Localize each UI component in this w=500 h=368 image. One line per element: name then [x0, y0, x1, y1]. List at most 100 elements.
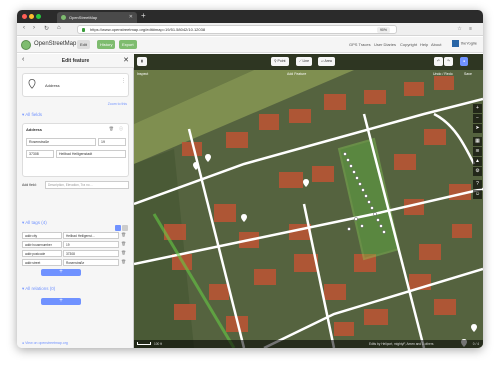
- tag-value[interactable]: Heilbad Heiligenst…: [63, 232, 119, 239]
- save-label: Save: [464, 72, 472, 76]
- all-tags-toggle[interactable]: ▾ All tags (4): [22, 220, 47, 226]
- text-view-icon[interactable]: [122, 225, 128, 231]
- tag-row: addr:city Heilbad Heiligenst… 🗑: [22, 232, 129, 239]
- tag-row: addr:postcode 37308 🗑: [22, 250, 129, 257]
- tag-delete-icon[interactable]: 🗑: [121, 250, 126, 255]
- map-controls: + − ➤ ▦ ≋ ▲ ⚙ ? ☺: [473, 104, 482, 200]
- line-label: Line: [302, 59, 310, 63]
- field-icons[interactable]: 🗑 ⓘ: [109, 126, 125, 132]
- add-tag-button[interactable]: +: [41, 269, 81, 276]
- export-button[interactable]: Export: [119, 40, 137, 49]
- aerial-imagery[interactable]: [134, 54, 483, 348]
- preset-more-icon[interactable]: ⋮: [121, 78, 126, 84]
- tag-key[interactable]: addr:city: [22, 232, 62, 239]
- view-on-osm-label: View on openstreetmap.org: [25, 341, 68, 345]
- all-fields-toggle[interactable]: ▾ All fields: [22, 112, 42, 118]
- tag-value[interactable]: 19: [63, 241, 119, 248]
- undo-redo-label: Undo / Redo: [433, 72, 453, 76]
- undo-icon[interactable]: ↶: [434, 57, 443, 66]
- preferences-icon[interactable]: ⚙: [473, 167, 482, 176]
- add-field-input[interactable]: Description, Elevation, Tra no…: [45, 181, 129, 189]
- user-name: theYoglie: [460, 40, 477, 46]
- tag-delete-icon[interactable]: 🗑: [121, 259, 126, 264]
- postcode-input[interactable]: 37308: [26, 150, 54, 158]
- maximize-window-icon[interactable]: [36, 14, 41, 19]
- sidebar-toggle-icon[interactable]: ▮: [137, 57, 147, 66]
- zoom-level[interactable]: 90%: [376, 27, 390, 33]
- tag-delete-icon[interactable]: 🗑: [121, 241, 126, 246]
- tag-delete-icon[interactable]: 🗑: [121, 232, 126, 237]
- tag-key[interactable]: addr:housenumber: [22, 241, 62, 248]
- geolocate-icon[interactable]: ➤: [473, 124, 482, 133]
- forward-icon[interactable]: ›: [33, 25, 35, 31]
- url-text: https://www.openstreetmap.org/edit#map=1…: [90, 27, 206, 32]
- help-icon[interactable]: ?: [473, 180, 482, 189]
- edit-button[interactable]: Edit: [77, 40, 90, 49]
- nav-copyright[interactable]: Copyright: [400, 42, 417, 47]
- tab-close-icon[interactable]: ✕: [129, 12, 133, 23]
- add-point-button[interactable]: ⚲ Point: [271, 57, 289, 66]
- brand-title[interactable]: OpenStreetMap: [34, 41, 76, 47]
- zoom-out-icon[interactable]: −: [473, 114, 482, 123]
- history-button[interactable]: History: [97, 40, 116, 49]
- issues-icon[interactable]: ▲: [473, 157, 482, 166]
- tag-key[interactable]: addr:postcode: [22, 250, 62, 257]
- add-line-button[interactable]: ⟋ Line: [296, 57, 313, 66]
- user-menu[interactable]: theYoglie: [451, 40, 477, 47]
- new-tab-icon[interactable]: +: [141, 11, 146, 20]
- tag-value[interactable]: Rosenstraße: [63, 259, 119, 266]
- area-label: Area: [324, 59, 332, 63]
- add-feature-label: Add Feature: [287, 72, 307, 76]
- scale-bar[interactable]: [137, 342, 151, 345]
- scale-label: 100 ft: [154, 342, 162, 346]
- all-fields-label: All fields: [25, 112, 43, 117]
- zoom-to-selection-link[interactable]: Zoom to this: [108, 102, 127, 106]
- city-input[interactable]: Heilbad Heiligenstadt: [56, 150, 126, 158]
- tag-row: addr:housenumber 19 🗑: [22, 241, 129, 248]
- inspect-label: Inspect: [137, 72, 149, 76]
- view-on-osm-link[interactable]: ● View on openstreetmap.org: [22, 341, 68, 345]
- all-relations-label: All relations (0): [25, 286, 56, 291]
- tab-title: OpenStreetMap: [69, 15, 98, 20]
- nav-user-diaries[interactable]: User Diaries: [374, 42, 396, 47]
- map-data-icon[interactable]: ≋: [473, 147, 482, 156]
- nav-gps-traces[interactable]: GPS Traces: [349, 42, 371, 47]
- browser-titlebar: OpenStreetMap ✕ +: [17, 10, 483, 23]
- community-icon[interactable]: ☺: [473, 190, 482, 199]
- housenumber-input[interactable]: 19: [98, 138, 126, 146]
- redo-icon[interactable]: ↷: [444, 57, 453, 66]
- map-footer: 100 ft Edits by Heliport, mightyF, Amen …: [134, 340, 483, 348]
- inspector-title: Edit feature: [61, 58, 90, 64]
- close-inspector-icon[interactable]: ✕: [123, 56, 129, 64]
- background-icon[interactable]: ▦: [473, 137, 482, 146]
- reload-icon[interactable]: ↻: [44, 25, 49, 32]
- zoom-in-icon[interactable]: +: [473, 104, 482, 113]
- all-relations-toggle[interactable]: ▾ All relations (0): [22, 286, 55, 292]
- osm-logo-icon[interactable]: [21, 40, 31, 50]
- avatar: [451, 40, 459, 47]
- street-input[interactable]: Rosenstraße: [26, 138, 96, 146]
- map-canvas[interactable]: ▮ ⚲ Point ⟋ Line ▱ Area ↶ ↷ ● Inspect Ad…: [134, 54, 483, 348]
- save-button[interactable]: ●: [460, 57, 469, 66]
- home-icon[interactable]: ⌂: [57, 25, 61, 31]
- address-bar[interactable]: https://www.openstreetmap.org/edit#map=1…: [77, 25, 397, 34]
- list-view-icon[interactable]: [115, 225, 121, 231]
- browser-menu-icons[interactable]: ☆ ≡: [457, 26, 475, 32]
- lock-icon: [82, 28, 85, 32]
- address-pin-icon: [28, 79, 36, 89]
- add-relation-button[interactable]: +: [41, 298, 81, 305]
- nav-help[interactable]: Help: [420, 42, 428, 47]
- attribution-text[interactable]: Edits by Heliport, mightyF, Amen and 1 o…: [369, 340, 434, 348]
- close-window-icon[interactable]: [22, 14, 27, 19]
- minimize-window-icon[interactable]: [29, 14, 34, 19]
- preset-button[interactable]: Address ⋮: [22, 73, 129, 97]
- edit-counter: 0 / 4: [472, 342, 479, 346]
- tag-key[interactable]: addr:street: [22, 259, 62, 266]
- tag-value[interactable]: 37308: [63, 250, 119, 257]
- back-icon[interactable]: ‹: [23, 25, 25, 31]
- map-toolbar: ▮ ⚲ Point ⟋ Line ▱ Area ↶ ↷ ●: [134, 54, 483, 70]
- browser-tab[interactable]: OpenStreetMap ✕: [57, 12, 137, 23]
- nav-about[interactable]: About: [431, 42, 441, 47]
- preset-name: Address: [45, 83, 60, 88]
- add-area-button[interactable]: ▱ Area: [318, 57, 335, 66]
